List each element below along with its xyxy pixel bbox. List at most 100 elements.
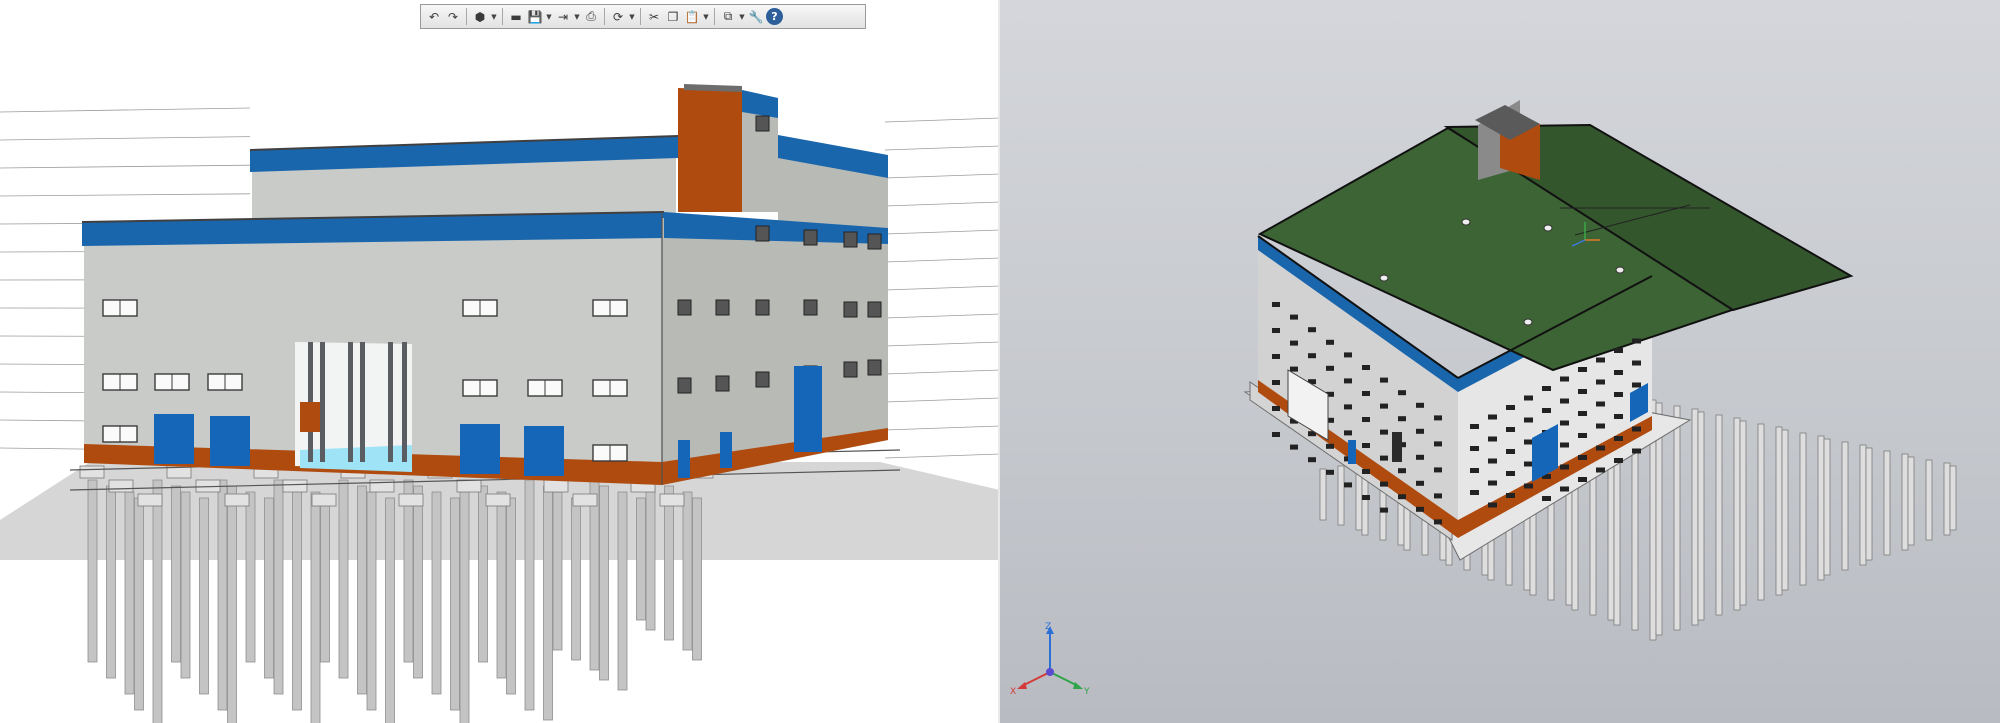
chevron-down-icon[interactable]: ▼ [490,13,498,21]
foundation-pile [1739,420,1747,606]
foundation-pile [1337,465,1345,526]
foundation-pile [134,497,144,711]
foundation-pile [1781,429,1789,591]
display-mode-button[interactable]: ⧉ [719,7,737,26]
facade-window [1272,380,1280,385]
facade-window [1596,401,1605,407]
settings-button[interactable]: 🔧 [747,7,765,26]
chevron-down-icon[interactable]: ▼ [573,13,581,21]
save-button[interactable]: 💾 [526,7,544,26]
facade-window [1614,392,1623,397]
print-button[interactable]: ⎙ [582,7,600,26]
triad-origin [1046,668,1054,676]
facade-window [1434,415,1442,421]
grid-line [884,257,1000,263]
facade-window [1524,461,1533,467]
orbit-icon: ⟳ [612,9,624,24]
facade-window [1470,424,1479,429]
view-cube-button[interactable]: ⬢ [471,7,489,26]
facade-window [1380,507,1388,513]
export-button[interactable]: ⇥ [554,7,572,26]
facade-window [1434,519,1442,525]
foundation-pile [338,479,349,679]
wrench-icon: 🔧 [748,9,764,24]
paste-button[interactable]: 📋 [683,7,701,26]
redo-button[interactable]: ↷ [444,7,462,26]
cut-button[interactable]: ✂ [645,7,663,26]
facade-window [1326,443,1334,449]
toolbar-separator [640,8,641,25]
clipboard-icon: 📋 [684,9,700,24]
foundation-pile [385,497,395,723]
foundation-pile [552,491,563,651]
orbit-button[interactable]: ⟳ [609,7,627,26]
pile-cap [79,465,105,479]
foundation-pile [506,497,516,695]
right-3d-viewport[interactable]: ☰⛶⊡🔍▼✋▼⊥▼⬢⬡▼⊘▼⊟▼⚲▣◧◨▼▼⚒✎ Z X Y [1000,0,2000,723]
door [524,426,564,476]
scissors-icon: ✂ [648,9,660,24]
roof-drain [1543,224,1553,232]
facade-window [1542,386,1551,391]
side-window [715,299,730,316]
triad-x-label: X [1010,687,1016,697]
facade-window [1380,403,1388,409]
pile-cap [543,479,569,493]
side-window [867,359,882,376]
facade-window [1632,426,1641,432]
chevron-down-icon[interactable]: ▼ [738,13,746,21]
facade-window [1416,454,1424,460]
foundation-pile [1859,444,1867,566]
chevron-down-icon[interactable]: ▼ [628,13,636,21]
foundation-pile [1883,450,1891,556]
copy-button[interactable]: ❐ [664,7,682,26]
foundation-pile [1925,459,1933,541]
foundation-pile [524,479,535,711]
pile-cap [398,493,424,507]
grid-line [884,397,1000,403]
facade-window [1578,411,1587,416]
chevron-down-icon[interactable]: ▼ [702,13,710,21]
facade-window [1614,414,1623,419]
grid-line [884,453,1000,459]
facade-window [1272,406,1280,411]
facade-window [1416,506,1424,512]
facade-window [1578,389,1587,394]
door [154,414,194,464]
roof-drain [1461,218,1471,226]
facade-window [1506,493,1515,498]
layers-icon: ⧉ [723,9,733,23]
steel-column [388,342,393,462]
facade-window [1596,379,1605,385]
side-window [677,377,692,394]
side-window [677,299,692,316]
right-model-canvas[interactable] [1000,0,2000,723]
facade-window [1614,436,1623,441]
facade-window [1434,467,1442,473]
foundation-pile [645,479,656,631]
facade-window [1488,436,1497,442]
foundation-pile [1775,426,1783,596]
facade-window [1272,302,1280,307]
facade-window [1470,446,1479,451]
side-window [755,371,770,388]
stair-tower-orange [678,88,742,212]
foundation-pile [478,485,488,663]
grid-line [884,145,1000,151]
triad-y-label: Y [1083,687,1090,697]
facade-window [1542,408,1551,413]
left-3d-viewport[interactable]: ↶ ↷ ⬢ ▼ ▬ 💾 ▼ ⇥ ▼ ⎙ ⟳ ▼ ✂ ❐ 📋 ▼ ⧉ ▼ 🔧? [0,0,1000,723]
interior-panel [300,402,320,432]
open-button[interactable]: ▬ [507,7,525,26]
facade-window [1362,469,1370,474]
facade-window [1578,433,1587,438]
facade-window [1488,502,1497,508]
steel-column [360,342,365,462]
help-button[interactable]: ? [766,8,783,25]
foundation-pile [106,485,116,679]
toolbar-separator [714,8,715,25]
undo-button[interactable]: ↶ [425,7,443,26]
facade-window [1506,427,1515,432]
left-model-canvas[interactable] [0,0,1000,723]
chevron-down-icon[interactable]: ▼ [545,13,553,21]
